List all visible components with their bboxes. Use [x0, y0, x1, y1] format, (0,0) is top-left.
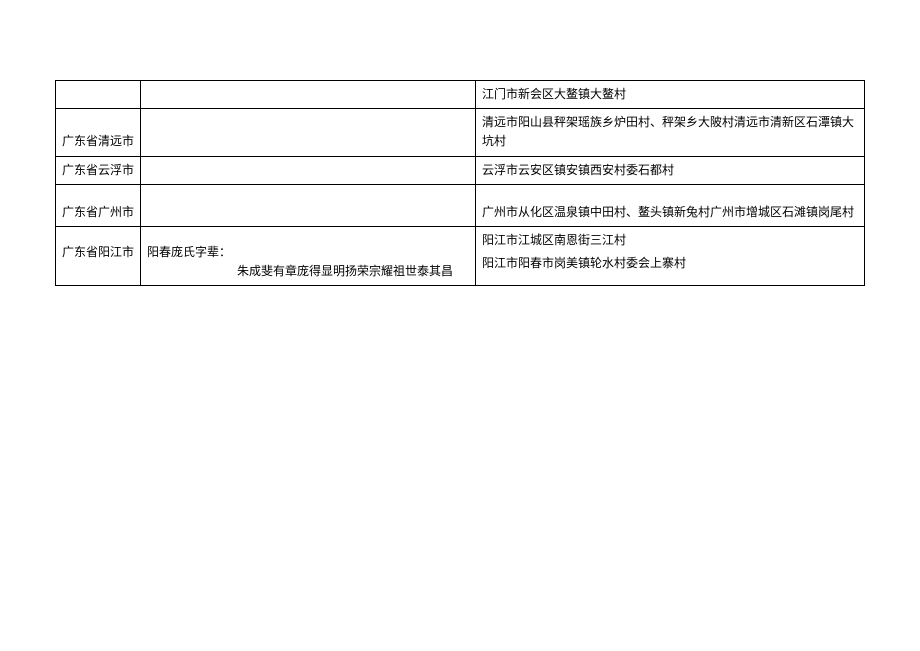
table-row: 广东省清远市 清远市阳山县秤架瑶族乡炉田村、秤架乡大陂村清远市清新区石潭镇大坑村: [56, 109, 865, 156]
cell-location: 云浮市云安区镇安镇西安村委石都村: [476, 156, 865, 184]
cell-notes: [141, 184, 476, 226]
table-row: 江门市新会区大鳌镇大鳌村: [56, 81, 865, 109]
cell-region: 广东省阳江市: [56, 226, 141, 285]
cell-region: 广东省广州市: [56, 184, 141, 226]
cell-region: [56, 81, 141, 109]
location-line1: 阳江市江城区南恩街三江村: [482, 231, 858, 250]
cell-location: 广州市从化区温泉镇中田村、鳌头镇新兔村广州市增城区石滩镇岗尾村: [476, 184, 865, 226]
cell-location: 阳江市江城区南恩街三江村 阳江市阳春市岗美镇轮水村委会上寨村: [476, 226, 865, 285]
table-row: 广东省广州市 广州市从化区温泉镇中田村、鳌头镇新兔村广州市增城区石滩镇岗尾村: [56, 184, 865, 226]
notes-line1: 阳春庞氏字辈：: [147, 245, 231, 259]
table-row: 广东省阳江市 阳春庞氏字辈： 朱成斐有章庞得显明扬荣宗耀祖世泰其昌 阳江市江城区…: [56, 226, 865, 285]
notes-line2: 朱成斐有章庞得显明扬荣宗耀祖世泰其昌: [147, 262, 469, 281]
cell-location: 清远市阳山县秤架瑶族乡炉田村、秤架乡大陂村清远市清新区石潭镇大坑村: [476, 109, 865, 156]
cell-location: 江门市新会区大鳌镇大鳌村: [476, 81, 865, 109]
cell-notes: [141, 81, 476, 109]
table-row: 广东省云浮市 云浮市云安区镇安镇西安村委石都村: [56, 156, 865, 184]
cell-region: 广东省云浮市: [56, 156, 141, 184]
cell-notes: [141, 109, 476, 156]
cell-notes: 阳春庞氏字辈： 朱成斐有章庞得显明扬荣宗耀祖世泰其昌: [141, 226, 476, 285]
cell-notes: [141, 156, 476, 184]
data-table: 江门市新会区大鳌镇大鳌村 广东省清远市 清远市阳山县秤架瑶族乡炉田村、秤架乡大陂…: [55, 80, 865, 286]
location-line2: 阳江市阳春市岗美镇轮水村委会上寨村: [482, 254, 858, 273]
cell-region: 广东省清远市: [56, 109, 141, 156]
